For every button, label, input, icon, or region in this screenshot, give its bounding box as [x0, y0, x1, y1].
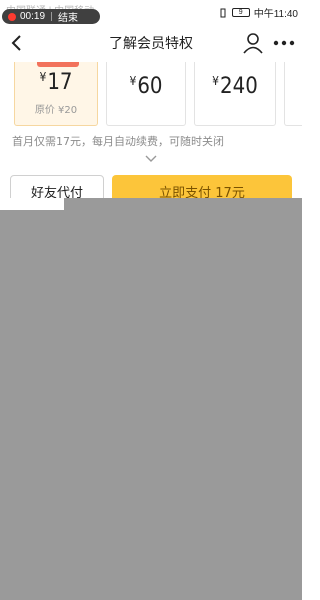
back-arrow-icon[interactable] — [6, 30, 30, 56]
auto-renew-note: 首月仅需17元，每月自动续费，可随时关闭 — [12, 135, 224, 148]
vibrate-icon — [220, 8, 226, 17]
nav-bar: 了解会员特权 — [0, 24, 302, 62]
plan-price: ¥60 — [129, 74, 163, 99]
plan-original-price: 原价 ¥20 — [34, 105, 78, 116]
status-icons: 9 中午11:40 — [218, 5, 298, 20]
plan-card-yearly[interactable]: ¥240 — [194, 62, 276, 126]
plan-price: ¥17 — [39, 70, 73, 95]
plan-card-more[interactable] — [284, 62, 302, 126]
recording-end-label[interactable]: 结束 — [58, 9, 78, 24]
recording-time: 00:19 — [20, 11, 46, 22]
battery-icon: 9 — [231, 8, 250, 17]
divider — [51, 12, 53, 21]
page-title: 了解会员特权 — [109, 36, 193, 52]
user-icon[interactable] — [242, 32, 264, 54]
plan-card-monthly[interactable]: ¥17 原价 ¥20 — [14, 62, 98, 126]
battery-level: 9 — [238, 9, 243, 16]
clock: 中午11:40 — [253, 9, 298, 20]
loading-overlay — [0, 198, 302, 600]
more-options-icon[interactable] — [272, 32, 296, 54]
overlay-gap — [0, 198, 64, 210]
promo-badge — [37, 62, 79, 67]
status-bar: 中国联通 | 中国移动 00:19 结束 9 中午11:40 — [0, 0, 302, 24]
plan-price: ¥240 — [212, 74, 258, 99]
chevron-down-icon[interactable] — [144, 154, 158, 164]
screen-recording-pill[interactable]: 00:19 结束 — [2, 9, 100, 24]
plan-card-quarterly[interactable]: ¥60 — [106, 62, 186, 126]
plan-cards: ¥17 原价 ¥20 ¥60 ¥240 — [0, 62, 302, 130]
recording-dot-icon — [8, 12, 16, 21]
